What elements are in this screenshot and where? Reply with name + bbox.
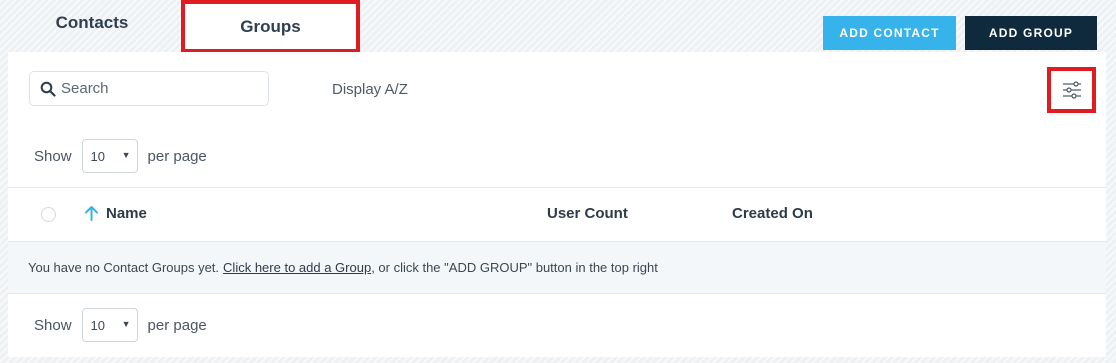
empty-state-suffix: , or click the "ADD GROUP" button in the… [371,260,658,275]
show-label: Show [34,147,72,165]
empty-state-prefix: You have no Contact Groups yet. [28,260,220,275]
add-group-button[interactable]: ADD GROUP [965,16,1097,50]
per-page-value: 10 [90,149,105,164]
tab-bar: Contacts Groups [0,0,400,52]
display-sort-toggle[interactable]: Display A/Z [332,81,408,98]
select-all-checkbox[interactable] [41,207,56,222]
tab-groups[interactable]: Groups [181,0,360,52]
search-input[interactable] [61,73,261,104]
per-page-control-top: Show 10 ▼ per page [34,139,207,173]
per-page-select[interactable]: 10 ▼ [81,308,138,342]
column-header-created-on[interactable]: Created On [732,205,813,222]
add-contact-button[interactable]: ADD CONTACT [823,16,956,50]
filter-button[interactable] [1047,67,1096,113]
search-icon [40,81,56,97]
column-header-user-count[interactable]: User Count [547,205,628,222]
chevron-down-icon: ▼ [121,150,131,160]
tab-contacts[interactable]: Contacts [22,0,162,46]
chevron-down-icon: ▼ [121,319,131,329]
per-page-label: per page [147,316,207,334]
empty-state-message: You have no Contact Groups yet. Click he… [8,242,1106,294]
groups-panel: Display A/Z Show 10 ▼ per page Name User… [8,52,1106,357]
search-box[interactable] [29,71,269,106]
column-name-label: Name [106,205,147,222]
per-page-select[interactable]: 10 ▼ [81,139,138,173]
add-group-link[interactable]: Click here to add a Group [223,260,371,275]
per-page-control-bottom: Show 10 ▼ per page [34,308,207,342]
show-label: Show [34,316,72,334]
sliders-icon [1062,81,1081,99]
per-page-value: 10 [90,318,105,333]
sort-ascending-icon [85,206,98,221]
column-header-name[interactable]: Name [85,205,147,222]
per-page-label: per page [147,147,207,165]
table-header: Name User Count Created On [8,187,1106,242]
